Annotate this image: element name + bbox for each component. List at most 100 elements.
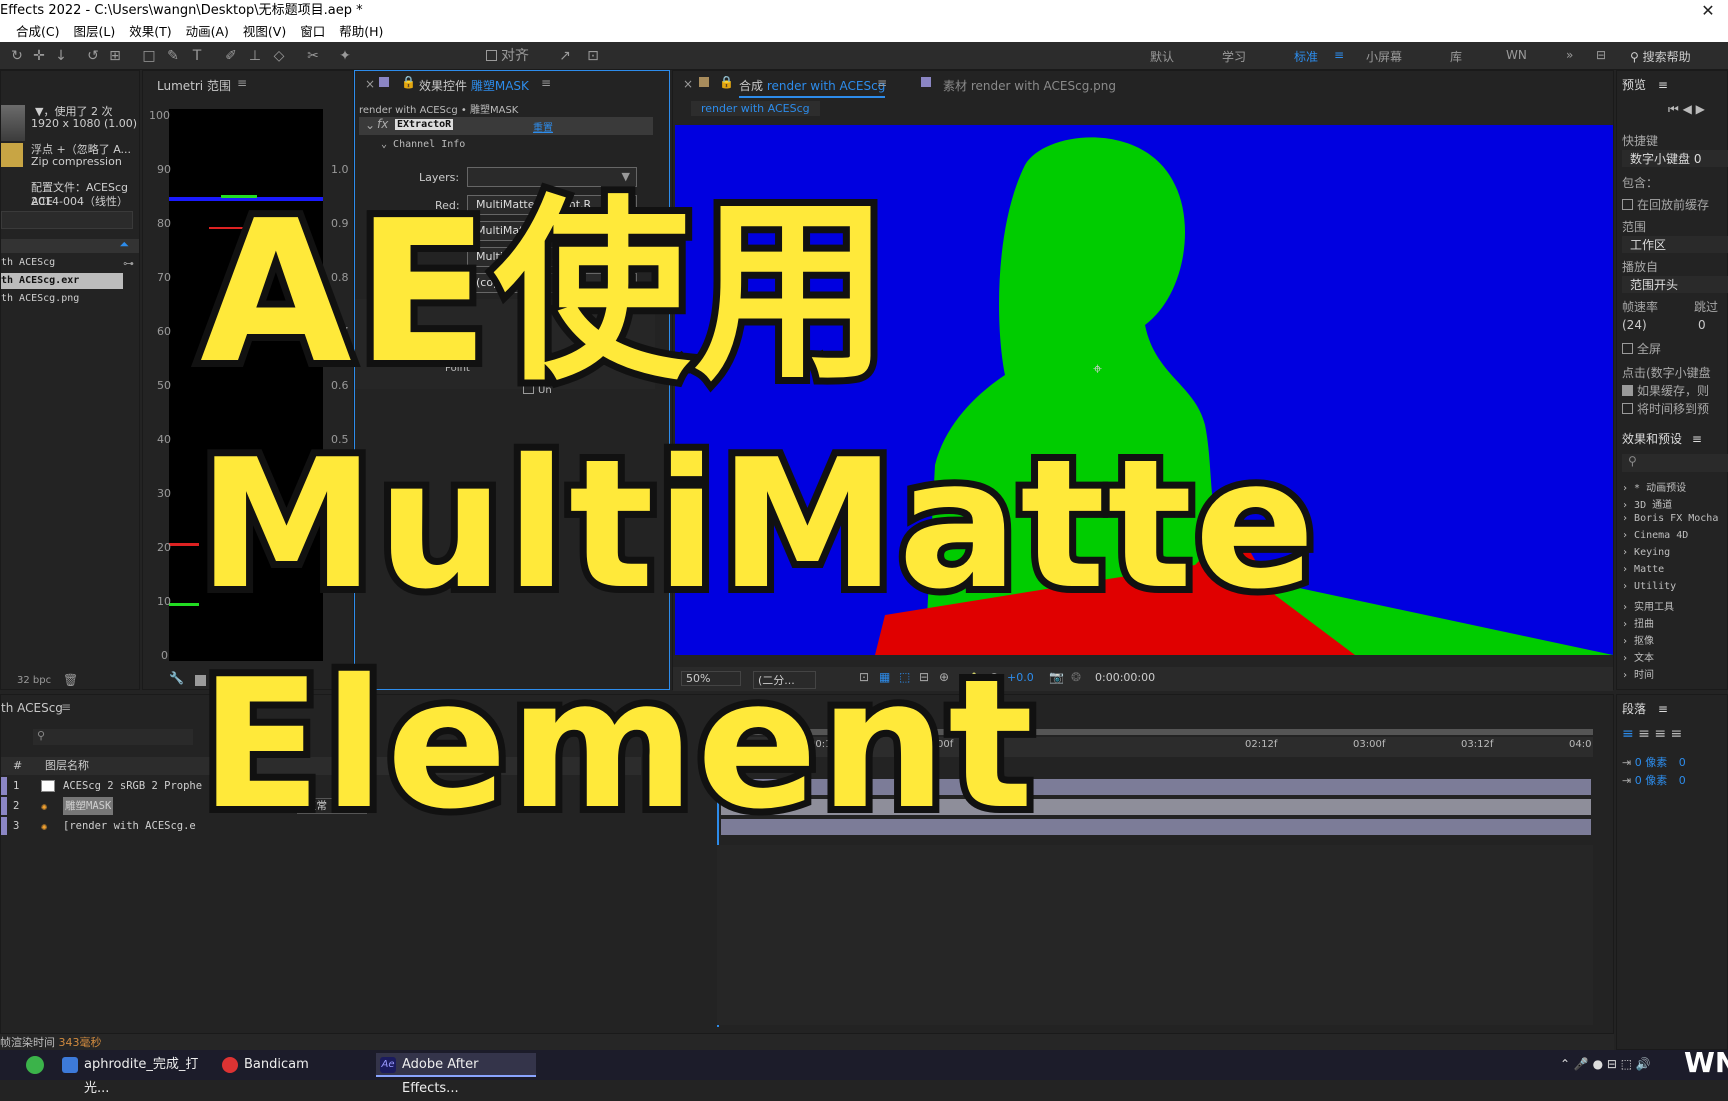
exposure-value[interactable]: +0.0 bbox=[1007, 671, 1034, 684]
layer-row[interactable]: 1 ACEScg 2 sRGB 2 Prophe bbox=[1, 777, 641, 795]
layer-duration-bar[interactable] bbox=[721, 779, 1591, 795]
un-checkbox[interactable]: Un bbox=[523, 383, 552, 396]
composition-viewer[interactable]: ⌖ bbox=[675, 125, 1613, 655]
stamp-icon[interactable]: ⊥ bbox=[246, 47, 264, 65]
pin-icon[interactable]: ✦ bbox=[336, 47, 354, 65]
project-item[interactable]: th ACEScg bbox=[1, 257, 55, 268]
work-area-bar[interactable] bbox=[717, 729, 1593, 735]
composition-breadcrumb[interactable]: render with ACEScg bbox=[691, 101, 820, 116]
timecode-display[interactable]: 0:00:00:00 bbox=[1095, 671, 1155, 684]
brush-icon[interactable]: ✐ bbox=[222, 47, 240, 65]
footage-tab[interactable]: 素材 render with ACEScg.png bbox=[943, 77, 1116, 94]
taskbar-item-active[interactable]: Ae Adobe After Effects... bbox=[376, 1053, 536, 1096]
range-dropdown[interactable]: 工作区 bbox=[1622, 236, 1728, 253]
close-tab-icon[interactable]: × bbox=[365, 77, 375, 91]
effect-header-row[interactable]: ⌄ fx EXtractoR 重置 bbox=[359, 117, 653, 135]
skip-dropdown[interactable]: 0 bbox=[1698, 318, 1706, 332]
more-workspaces-icon[interactable]: » bbox=[1566, 48, 1573, 62]
roto-icon[interactable]: ✂ bbox=[304, 47, 322, 65]
channel-info-group[interactable]: ⌄ Channel Info bbox=[381, 139, 465, 150]
menu-composition[interactable]: 合成(C) bbox=[16, 22, 59, 42]
rectangle-icon[interactable]: □ bbox=[140, 47, 158, 65]
effects-search-input[interactable]: ⚲ bbox=[1622, 454, 1728, 472]
panel-menu-icon[interactable]: ≡ bbox=[877, 76, 887, 90]
close-tab-icon[interactable]: × bbox=[683, 77, 693, 91]
green-channel-dropdown[interactable]: MultiMatteElem... bbox=[467, 221, 637, 241]
wechat-icon[interactable] bbox=[26, 1056, 44, 1074]
channels-icon[interactable]: ✿ bbox=[969, 670, 979, 684]
blend-mode-dropdown[interactable]: 正常 bbox=[297, 798, 367, 814]
time-ruler[interactable]: 00:12f 00f 02:12f 03:00f 03:12f 04:0 bbox=[717, 737, 1593, 757]
workspace-small-screen[interactable]: 小屏幕 bbox=[1366, 48, 1402, 65]
show-snapshot-icon[interactable]: ❂ bbox=[1071, 670, 1081, 684]
fx-category[interactable]: › 3D 通道 bbox=[1622, 496, 1672, 511]
mask-toggle-icon[interactable]: ⬚ bbox=[899, 670, 910, 684]
lock-icon[interactable]: 🔒 bbox=[401, 75, 416, 89]
crosshair-icon[interactable]: ⌖ bbox=[1093, 359, 1102, 379]
composition-tab[interactable]: 合成 render with ACEScg bbox=[739, 77, 886, 98]
alpha-channel-dropdown[interactable]: (copy) bbox=[467, 273, 637, 293]
fx-category[interactable]: › 实用工具 bbox=[1622, 598, 1674, 613]
panel-menu-icon[interactable]: ≡ bbox=[61, 700, 71, 714]
timeline-track-area[interactable] bbox=[717, 845, 1593, 1025]
system-tray-icons[interactable]: ⌃ 🎤 ● ⊟ ⬚ 🔊 bbox=[1560, 1057, 1651, 1071]
layers-dropdown[interactable]: ▼ bbox=[467, 167, 637, 187]
project-item-selected[interactable]: th ACEScg.exr bbox=[1, 273, 123, 289]
panel-menu-icon[interactable]: ≡ bbox=[541, 76, 551, 90]
layer-row[interactable]: 3 ✺ [render with ACEScg.e bbox=[1, 817, 641, 835]
fx-category[interactable]: › 抠像 bbox=[1622, 632, 1654, 647]
timeline-search-input[interactable]: ⚲ bbox=[33, 729, 193, 745]
framerate-dropdown[interactable]: (24) bbox=[1622, 318, 1647, 332]
fx-category[interactable]: › 扭曲 bbox=[1622, 615, 1654, 630]
search-help-field[interactable]: ⚲ 搜索帮助 bbox=[1630, 48, 1691, 65]
transparency-grid-icon[interactable]: ▦ bbox=[879, 670, 890, 684]
reset-link[interactable]: 重置 bbox=[533, 119, 553, 134]
taskbar-item[interactable]: Bandicam bbox=[218, 1053, 364, 1077]
fx-icon[interactable]: fx bbox=[377, 117, 388, 131]
layer-row[interactable]: 2 ✺ 雕塑MASK 正常 bbox=[1, 797, 641, 815]
workspace-standard[interactable]: 标准 bbox=[1294, 48, 1318, 65]
align-left-icon[interactable]: ≡ ≡ ≡ ≡ bbox=[1622, 726, 1682, 742]
workspace-menu-icon[interactable]: ≡ bbox=[1334, 48, 1344, 62]
trash-icon[interactable]: 🗑 bbox=[63, 673, 78, 687]
fixed-signal-checkbox[interactable]: 固定信号 bbox=[195, 673, 254, 689]
workspace-library[interactable]: 库 bbox=[1450, 48, 1462, 65]
reset-exposure-icon[interactable]: ◎ bbox=[989, 670, 999, 684]
blue-channel-dropdown[interactable]: MultiMatteEle... bbox=[467, 247, 637, 267]
project-column-header[interactable]: ⏶ bbox=[1, 237, 139, 253]
playback-controls[interactable]: ⏮ ◀ ▶ bbox=[1668, 102, 1705, 117]
panel-menu-icon[interactable]: ≡ bbox=[237, 76, 247, 90]
eraser-icon[interactable]: ◇ bbox=[270, 47, 288, 65]
active-dropdown[interactable]: 活动 bbox=[287, 673, 309, 689]
rotate-icon[interactable]: ↻ bbox=[8, 47, 26, 65]
resolution-dropdown[interactable]: (二分... bbox=[753, 671, 816, 689]
fx-category[interactable]: › Utility bbox=[1622, 581, 1676, 592]
move-icon[interactable]: ✛ bbox=[30, 47, 48, 65]
chevron-down-icon[interactable]: ⌄ bbox=[365, 118, 375, 132]
menu-window[interactable]: 窗口 bbox=[300, 22, 325, 42]
cache-checkbox[interactable]: 在回放前缓存 bbox=[1622, 196, 1709, 213]
pen-icon[interactable]: ✎ bbox=[164, 47, 182, 65]
guides-icon[interactable]: ⊟ bbox=[919, 670, 929, 684]
camera-icon[interactable]: ⊞ bbox=[106, 47, 124, 65]
fx-category[interactable]: › 时间 bbox=[1622, 666, 1654, 681]
fx-category[interactable]: › Cinema 4D bbox=[1622, 530, 1688, 541]
text-icon[interactable]: T bbox=[188, 47, 206, 65]
fx-category[interactable]: › Boris FX Mocha bbox=[1622, 513, 1718, 524]
taskbar-item[interactable]: aphrodite_完成_打光... bbox=[58, 1053, 208, 1096]
orbit-icon[interactable]: ↺ bbox=[84, 47, 102, 65]
expand-icon[interactable]: ⊡ bbox=[584, 47, 602, 65]
grid-icon[interactable]: ⊕ bbox=[939, 670, 949, 684]
lock-icon[interactable]: 🔒 bbox=[719, 75, 734, 89]
region-icon[interactable]: ⊡ bbox=[859, 670, 869, 684]
workspace-default[interactable]: 默认 bbox=[1150, 48, 1174, 65]
fx-category[interactable]: › Matte bbox=[1622, 564, 1664, 575]
effect-controls-tab[interactable]: 效果控件 雕塑MASK bbox=[419, 77, 529, 94]
red-channel-dropdown[interactable]: MultiMatteElement.R ▼ bbox=[467, 195, 637, 215]
timeline-tab[interactable]: th ACEScg bbox=[1, 701, 63, 715]
column-layer-name[interactable]: 图层名称 bbox=[45, 757, 89, 775]
shortcut-dropdown[interactable]: 数字小键盘 0 bbox=[1622, 150, 1728, 167]
menu-help[interactable]: 帮助(H) bbox=[339, 22, 383, 42]
workspace-learn[interactable]: 学习 bbox=[1222, 48, 1246, 65]
menu-layer[interactable]: 图层(L) bbox=[73, 22, 115, 42]
